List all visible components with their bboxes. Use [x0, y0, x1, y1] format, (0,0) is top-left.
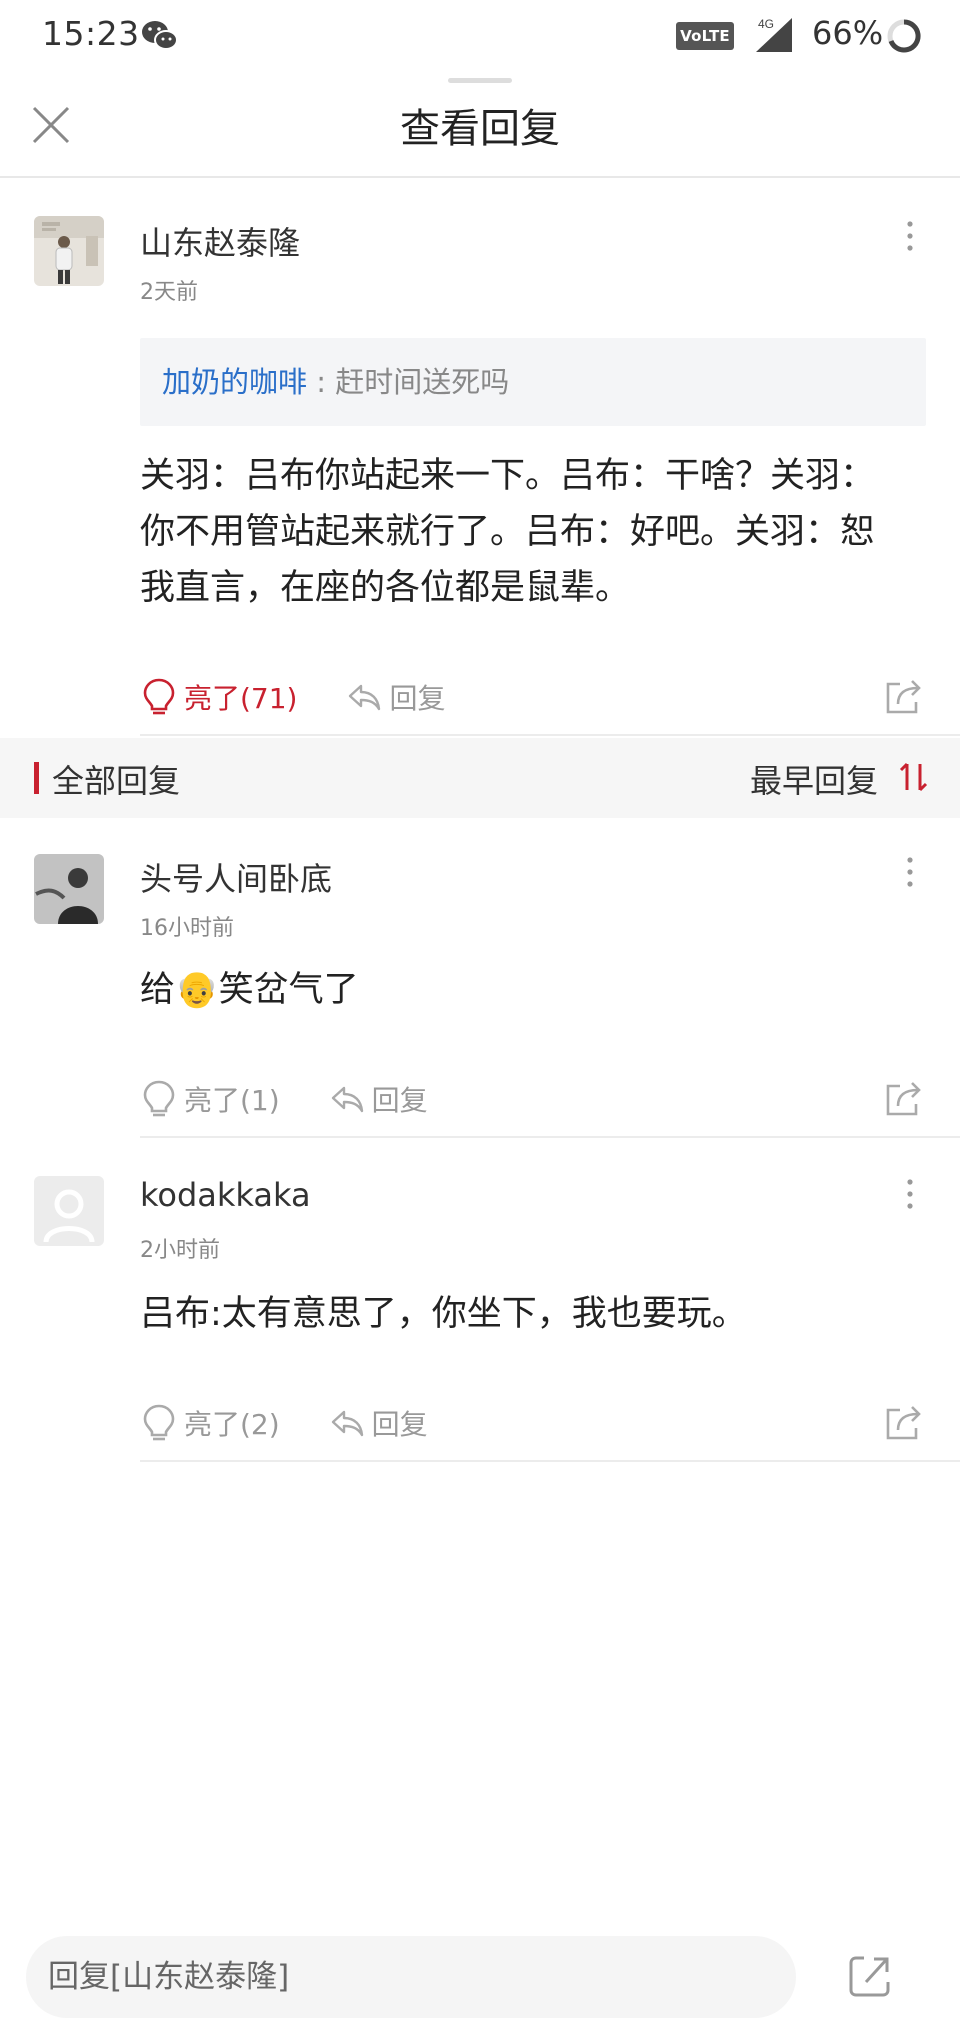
more-options-icon[interactable]: [900, 1176, 920, 1212]
lightbulb-icon: [143, 678, 175, 715]
comment-line: 你不用管站起来就行了。吕布：好吧。关羽：恕: [140, 512, 876, 552]
quoted-text: 赶时间送死吗: [335, 365, 510, 399]
more-options-icon[interactable]: [900, 854, 920, 890]
reply-time: 2小时前: [140, 1238, 220, 1263]
avatar[interactable]: [34, 1176, 104, 1246]
sort-order-button[interactable]: 最早回复: [750, 756, 878, 802]
reply-label: 回复: [371, 1408, 428, 1441]
comment-time: 2天前: [140, 280, 198, 305]
share-icon[interactable]: [846, 1952, 894, 2000]
divider: [140, 1460, 960, 1462]
more-options-icon[interactable]: [900, 218, 920, 254]
battery-ring-icon: [887, 19, 921, 53]
divider: [140, 1136, 960, 1138]
drag-handle[interactable]: [448, 78, 512, 83]
default-avatar-icon: [34, 1176, 104, 1246]
signal-icon: 4G: [756, 17, 792, 52]
light-button[interactable]: 亮了(1): [142, 1079, 280, 1119]
replies-section-bar: 全部回复 最早回复: [0, 738, 960, 818]
volte-badge: VoLTE: [676, 22, 734, 50]
network-type-label: 4G: [758, 17, 774, 31]
comment-line: 我直言，在座的各位都是鼠辈。: [140, 568, 631, 608]
light-button[interactable]: 亮了(71): [142, 677, 297, 717]
old-man-emoji-icon: 👴: [175, 970, 219, 1010]
reply-button[interactable]: 回复: [347, 677, 446, 717]
reply-actions: 亮了(1) 回复: [142, 1074, 428, 1124]
reply-content: 给👴笑岔气了: [140, 962, 940, 1018]
comment-actions: 亮了(71) 回复: [142, 672, 446, 722]
reply-input[interactable]: [26, 1936, 796, 2018]
reply-button[interactable]: 回复: [330, 1403, 428, 1443]
avatar[interactable]: [34, 854, 104, 924]
header-divider: [0, 176, 960, 178]
reply-text: 笑岔气了: [218, 970, 359, 1010]
light-button[interactable]: 亮了(2): [142, 1403, 280, 1443]
quote-separator: :: [316, 365, 327, 399]
reply-label: 回复: [371, 1084, 428, 1117]
page-title: 查看回复: [400, 106, 560, 152]
light-count: 亮了(2): [184, 1408, 280, 1441]
reply-username[interactable]: kodakkaka: [140, 1176, 311, 1214]
reply-content: 吕布:太有意思了，你坐下，我也要玩。: [140, 1294, 747, 1334]
share-icon[interactable]: [884, 1078, 924, 1118]
reply-arrow-icon: [331, 1086, 363, 1113]
comment-content: 关羽：吕布你站起来一下。吕布：干啥？关羽： 你不用管站起来就行了。吕布：好吧。关…: [140, 448, 940, 616]
wechat-icon: [142, 21, 178, 50]
reply-text: 给: [140, 970, 176, 1010]
reply-label: 回复: [389, 682, 446, 715]
sort-icon[interactable]: [898, 760, 930, 794]
comment-username[interactable]: 山东赵泰隆: [140, 218, 300, 264]
quoted-reply[interactable]: 加奶的咖啡 : 赶时间送死吗: [140, 338, 926, 426]
avatar[interactable]: [34, 216, 104, 286]
comment-line: 关羽：吕布你站起来一下。吕布：干啥？关羽：: [140, 456, 876, 496]
reply-arrow-icon: [331, 1410, 363, 1437]
section-accent: [34, 762, 39, 794]
light-count: 亮了(71): [184, 682, 298, 715]
share-icon[interactable]: [884, 1402, 924, 1442]
battery-level: 66%: [812, 14, 884, 52]
divider: [140, 734, 960, 736]
reply-button[interactable]: 回复: [330, 1079, 428, 1119]
lightbulb-icon: [143, 1080, 175, 1117]
reply-time: 16小时前: [140, 916, 234, 941]
status-time: 15:23: [42, 14, 140, 53]
reply-username[interactable]: 头号人间卧底: [140, 854, 332, 900]
quoted-username[interactable]: 加奶的咖啡: [162, 365, 307, 399]
reply-arrow-icon: [349, 684, 381, 711]
share-icon[interactable]: [884, 676, 924, 716]
light-count: 亮了(1): [184, 1084, 280, 1117]
section-title: 全部回复: [52, 762, 181, 800]
lightbulb-icon: [143, 1404, 175, 1441]
status-bar: 15:23 VoLTE 4G 66%: [0, 0, 960, 72]
reply-actions: 亮了(2) 回复: [142, 1398, 428, 1448]
